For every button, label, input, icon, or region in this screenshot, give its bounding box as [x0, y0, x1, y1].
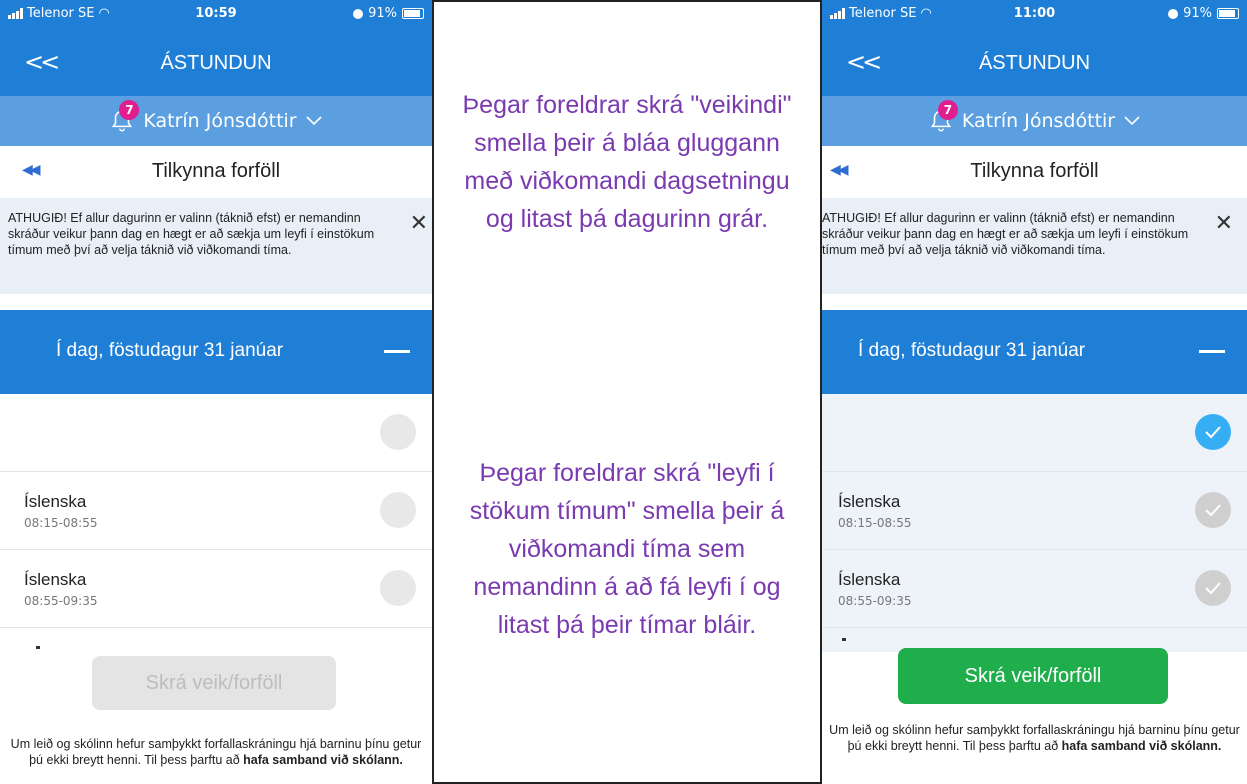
status-bar: Telenor SE ◠ 10:59 91% [0, 0, 432, 28]
lesson-list: Íslenska 08:15-08:55 Íslenska 08:55-09:3… [822, 394, 1247, 652]
close-icon[interactable]: ✕ [1215, 212, 1233, 234]
lesson-name: Íslenska [24, 570, 87, 589]
list-item-partial [842, 638, 846, 641]
user-name: Katrín Jónsdóttir [961, 110, 1116, 132]
battery-icon [402, 8, 424, 19]
page-title: ÁSTUNDUN [978, 52, 1091, 74]
notice-text: ATHUGIÐ! Ef allur dagurinn er valinn (tá… [822, 211, 1189, 257]
collapse-icon[interactable] [1199, 350, 1225, 353]
explanation-panel: Þegar foreldrar skrá "veikindi" smella þ… [432, 0, 822, 784]
lesson-time: 08:15-08:55 [24, 516, 98, 530]
battery-percent: 91% [1183, 6, 1212, 21]
page-title: ÁSTUNDUN [160, 52, 272, 74]
footer-note: Um leið og skólinn hefur samþykkt forfal… [822, 722, 1247, 754]
day-label: Í dag, föstudagur 31 janúar [56, 340, 284, 361]
phone-screen-before: Telenor SE ◠ 10:59 91% << ÁSTUNDUN 7 Kat… [0, 0, 432, 784]
check-icon [1205, 582, 1221, 595]
lesson-name: Íslenska [838, 492, 901, 511]
lesson-row[interactable]: Íslenska 08:55-09:35 [0, 550, 432, 628]
lesson-checkbox[interactable] [380, 570, 416, 606]
notification-badge: 7 [937, 100, 958, 120]
battery-icon [1217, 8, 1239, 19]
bell-icon[interactable]: 7 [109, 100, 140, 134]
footer-note: Um leið og skólinn hefur samþykkt forfal… [0, 736, 432, 768]
lesson-name: Íslenska [838, 570, 901, 589]
day-label: Í dag, föstudagur 31 janúar [858, 340, 1086, 361]
battery: 91% [353, 6, 424, 21]
lesson-list: Íslenska 08:15-08:55 Íslenska 08:55-09:3… [0, 394, 432, 652]
lesson-time: 08:55-09:35 [838, 594, 912, 608]
list-item-partial [36, 646, 40, 649]
chevron-down-icon[interactable] [1123, 110, 1141, 132]
check-icon [1205, 504, 1221, 517]
notice-box: ATHUGIÐ! Ef allur dagurinn er valinn (tá… [0, 198, 432, 294]
battery: 91% [1168, 6, 1239, 21]
lesson-row[interactable]: Íslenska 08:15-08:55 [822, 472, 1247, 550]
footer-text-bold: hafa samband við skólann. [1061, 739, 1222, 753]
footer-text-bold: hafa samband við skólann. [243, 753, 403, 767]
lesson-name: Íslenska [24, 492, 87, 511]
lesson-checkbox[interactable] [1195, 492, 1231, 528]
close-icon[interactable]: ✕ [410, 212, 428, 234]
alarm-icon [1168, 8, 1179, 19]
explanation-sick: Þegar foreldrar skrá "veikindi" smella þ… [462, 91, 792, 233]
day-header[interactable]: Í dag, föstudagur 31 janúar [822, 310, 1247, 394]
notice-box: ATHUGIÐ! Ef allur dagurinn er valinn (tá… [822, 198, 1247, 294]
user-name: Katrín Jónsdóttir [143, 110, 297, 132]
nav-bar: << ÁSTUNDUN [822, 28, 1247, 96]
check-icon [1205, 426, 1221, 439]
notice-text: ATHUGIÐ! Ef allur dagurinn er valinn (tá… [8, 211, 375, 257]
submit-absence-button[interactable]: Skrá veik/forföll [92, 656, 336, 710]
lesson-checkbox[interactable] [1195, 570, 1231, 606]
lesson-row[interactable]: Íslenska 08:55-09:35 [822, 550, 1247, 628]
all-day-row[interactable] [0, 394, 432, 472]
alarm-icon [353, 8, 364, 19]
section-header: ◀◀ Tilkynna forföll [0, 146, 432, 198]
all-day-row[interactable] [822, 394, 1247, 472]
status-bar: Telenor SE ◠ 11:00 91% [822, 0, 1247, 28]
user-selector[interactable]: 7 Katrín Jónsdóttir [0, 96, 432, 146]
lesson-time: 08:55-09:35 [24, 594, 98, 608]
day-header[interactable]: Í dag, föstudagur 31 janúar [0, 310, 432, 394]
all-day-checkbox[interactable] [380, 414, 416, 450]
bell-icon[interactable]: 7 [928, 100, 958, 134]
user-selector[interactable]: 7 Katrín Jónsdóttir [822, 96, 1247, 146]
section-title: Tilkynna forföll [151, 160, 281, 182]
lesson-time: 08:15-08:55 [838, 516, 912, 530]
section-title: Tilkynna forföll [970, 160, 1099, 182]
explanation-leave: Þegar foreldrar skrá "leyfi í stökum tím… [469, 459, 785, 639]
chevron-down-icon[interactable] [305, 110, 323, 132]
lesson-row[interactable]: Íslenska 08:15-08:55 [0, 472, 432, 550]
all-day-checkbox[interactable] [1195, 414, 1231, 450]
notification-badge: 7 [119, 100, 140, 120]
nav-bar: << ÁSTUNDUN [0, 28, 432, 96]
section-header: ◀◀ Tilkynna forföll [822, 146, 1247, 198]
submit-absence-button[interactable]: Skrá veik/forföll [898, 648, 1168, 704]
phone-screen-after: Telenor SE ◠ 11:00 91% << ÁSTUNDUN 7 Kat… [822, 0, 1247, 784]
battery-percent: 91% [368, 6, 397, 21]
lesson-checkbox[interactable] [380, 492, 416, 528]
collapse-icon[interactable] [384, 350, 410, 353]
